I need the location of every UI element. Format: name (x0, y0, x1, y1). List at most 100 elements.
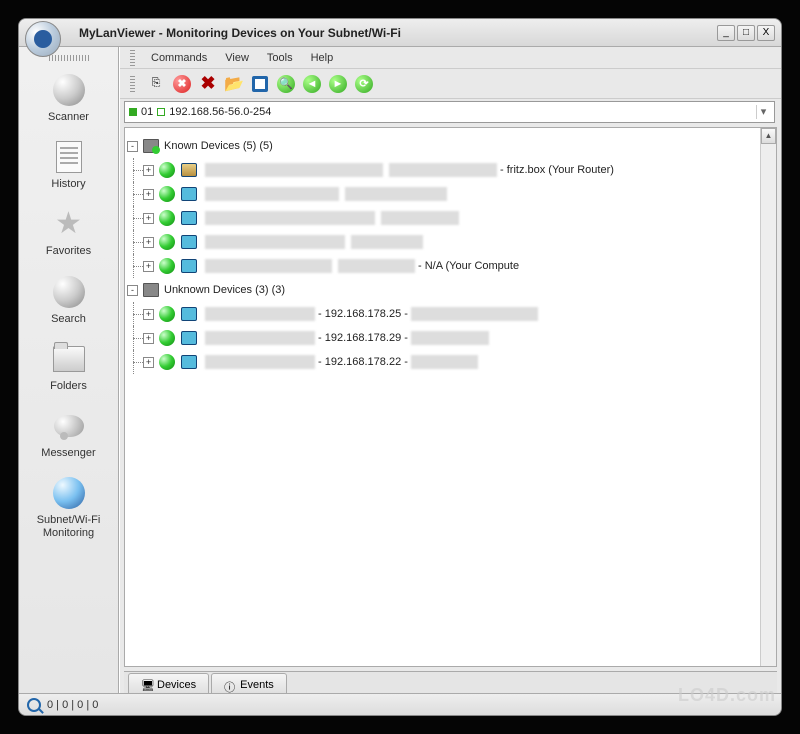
device-row[interactable]: + (127, 206, 774, 230)
address-prefix: 01 (141, 106, 153, 118)
device-row[interactable]: + - 192.168.178.29 - (127, 326, 774, 350)
device-row[interactable]: + - 192.168.178.25 - (127, 302, 774, 326)
menu-view[interactable]: View (217, 49, 257, 67)
unknown-category-icon (143, 283, 159, 297)
back-button[interactable]: ◄ (301, 73, 323, 95)
tree-connector (127, 254, 143, 278)
category-unknown-devices[interactable]: - Unknown Devices (3) (3) (127, 278, 774, 302)
address-dropdown-button[interactable]: ▾ (756, 105, 770, 119)
delete-icon: ✖ (200, 73, 215, 94)
stop-button[interactable]: ✖ (171, 73, 193, 95)
back-icon: ◄ (303, 75, 321, 93)
delete-button[interactable]: ✖ (197, 73, 219, 95)
blurred-hostname (205, 187, 339, 201)
menu-commands[interactable]: Commands (143, 49, 215, 67)
blurred-ip (345, 187, 447, 201)
device-row[interactable]: + (127, 182, 774, 206)
online-status-icon (159, 234, 175, 250)
expand-icon[interactable]: + (143, 309, 154, 320)
expand-icon[interactable]: + (143, 333, 154, 344)
expand-icon[interactable]: + (143, 165, 154, 176)
online-status-icon (159, 258, 175, 274)
open-folder-icon: 📂 (224, 74, 244, 94)
blurred-hostname (205, 211, 375, 225)
main-panel: Commands View Tools Help ⎘ ✖ ✖ 📂 🔍 ◄ ► ⟳… (119, 47, 781, 693)
open-folder-button[interactable]: 📂 (223, 73, 245, 95)
expand-icon[interactable]: + (143, 213, 154, 224)
tab-label: Devices (157, 679, 196, 691)
device-row[interactable]: + - N/A (Your Compute (127, 254, 774, 278)
collapse-icon[interactable]: - (127, 285, 138, 296)
status-square-outline-icon (157, 108, 165, 116)
blurred-hostname (205, 355, 315, 369)
expand-icon[interactable]: + (143, 189, 154, 200)
tree-connector (127, 302, 143, 326)
blurred-hostname (205, 235, 345, 249)
category-label: Unknown Devices (3) (3) (164, 284, 285, 296)
menu-bar: Commands View Tools Help (120, 47, 781, 69)
export-icon: ⎘ (152, 77, 161, 90)
sidebar-item-folders[interactable]: Folders (23, 336, 114, 403)
forward-button[interactable]: ► (327, 73, 349, 95)
tab-events[interactable]: ⓘ Events (211, 673, 287, 693)
collapse-icon[interactable]: - (127, 141, 138, 152)
online-status-icon (159, 354, 175, 370)
sidebar-item-scanner[interactable]: Scanner (23, 67, 114, 134)
computer-icon (181, 259, 197, 273)
bubble-icon (51, 409, 87, 443)
title-bar[interactable]: MyLanViewer - Monitoring Devices on Your… (19, 19, 781, 47)
category-label: Known Devices (5) (5) (164, 140, 273, 152)
sidebar-label: Favorites (23, 245, 114, 258)
blue-globe-icon (51, 476, 87, 510)
save-button[interactable] (249, 73, 271, 95)
sidebar-item-search[interactable]: Search (23, 269, 114, 336)
status-counts: 0 | 0 | 0 | 0 (47, 699, 98, 711)
address-bar[interactable]: 01 192.168.56-56.0-254 ▾ (124, 101, 775, 123)
sidebar-item-favorites[interactable]: ★ Favorites (23, 201, 114, 268)
minimize-button[interactable]: _ (717, 25, 735, 41)
magnifier-icon (27, 698, 41, 712)
tree-connector (127, 230, 143, 254)
device-row[interactable]: + - 192.168.178.22 - (127, 350, 774, 374)
tree-connector (127, 326, 143, 350)
address-range: 192.168.56-56.0-254 (169, 106, 271, 118)
blurred-detail (411, 331, 489, 345)
device-row[interactable]: + (127, 230, 774, 254)
sidebar-grip-icon (49, 55, 89, 61)
scroll-up-button[interactable]: ▲ (761, 128, 776, 144)
document-icon (51, 140, 87, 174)
computer-icon (181, 355, 197, 369)
app-logo-icon (25, 21, 61, 57)
blurred-ip (351, 235, 423, 249)
sidebar-item-monitoring[interactable]: Subnet/Wi-Fi Monitoring (23, 470, 114, 550)
blurred-hostname (205, 331, 315, 345)
sidebar-label: History (23, 178, 114, 191)
folders-icon (51, 342, 87, 376)
device-suffix: - N/A (Your Compute (418, 260, 519, 272)
zoom-button[interactable]: 🔍 (275, 73, 297, 95)
device-tree-panel[interactable]: ▲ - Known Devices (5) (5) + - fritz.box … (124, 127, 777, 667)
tab-devices[interactable]: 🖥 Devices (128, 673, 209, 693)
device-ip: - 192.168.178.29 - (318, 332, 408, 344)
device-suffix: - fritz.box (Your Router) (500, 164, 614, 176)
forward-icon: ► (329, 75, 347, 93)
sidebar-item-history[interactable]: History (23, 134, 114, 201)
sidebar-label: Search (23, 313, 114, 326)
sidebar-item-messenger[interactable]: Messenger (23, 403, 114, 470)
export-button[interactable]: ⎘ (145, 73, 167, 95)
menu-tools[interactable]: Tools (259, 49, 301, 67)
category-known-devices[interactable]: - Known Devices (5) (5) (127, 134, 774, 158)
device-row[interactable]: + - fritz.box (Your Router) (127, 158, 774, 182)
expand-icon[interactable]: + (143, 237, 154, 248)
sidebar: Scanner History ★ Favorites Search Folde… (19, 47, 119, 693)
expand-icon[interactable]: + (143, 357, 154, 368)
refresh-button[interactable]: ⟳ (353, 73, 375, 95)
menu-help[interactable]: Help (303, 49, 342, 67)
close-button[interactable]: X (757, 25, 775, 41)
maximize-button[interactable]: □ (737, 25, 755, 41)
bottom-tab-bar: 🖥 Devices ⓘ Events (124, 671, 777, 693)
sidebar-label: Scanner (23, 111, 114, 124)
expand-icon[interactable]: + (143, 261, 154, 272)
vertical-scrollbar[interactable]: ▲ (760, 128, 776, 666)
device-ip: - 192.168.178.22 - (318, 356, 408, 368)
